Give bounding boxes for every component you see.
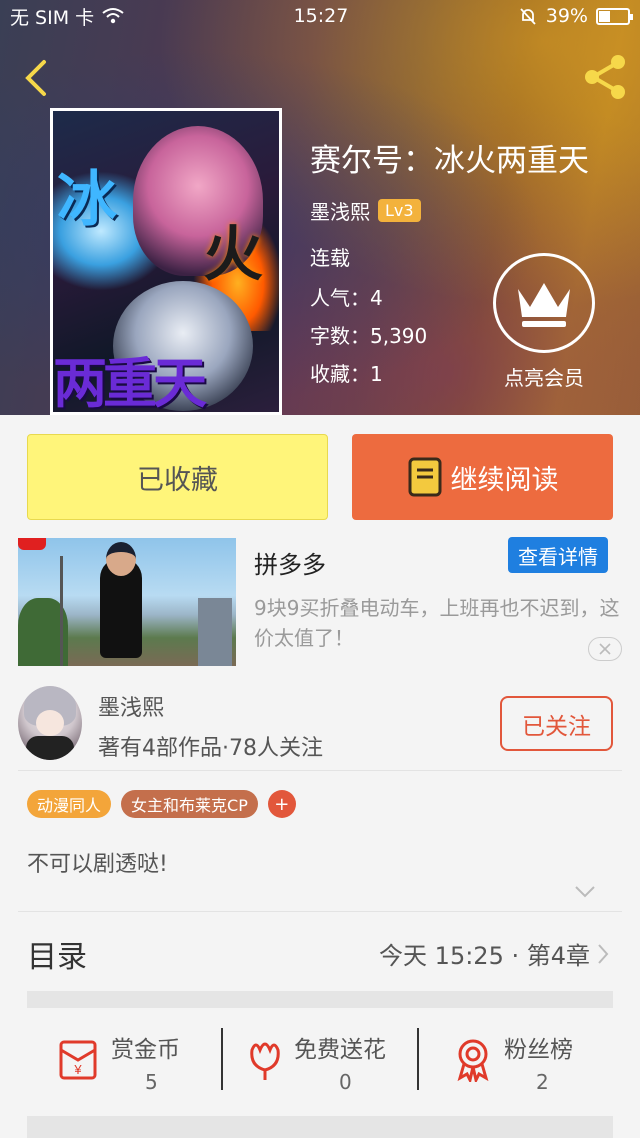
mute-bell-icon <box>520 8 536 25</box>
award-ribbon-icon <box>457 1039 489 1082</box>
book-cover[interactable]: 冰 火 两重天 <box>50 108 282 415</box>
ad-banner[interactable]: 拼多多 查看详情 9块9买折叠电动车，上班再也不迟到，这价太值了！ <box>0 533 640 673</box>
divider <box>18 770 622 771</box>
chevron-right-icon <box>598 943 609 964</box>
fan-rank-stat[interactable]: 粉丝榜 2 <box>450 1020 600 1100</box>
divider <box>417 1028 419 1090</box>
book-author-row[interactable]: 墨浅熙 Lv3 <box>310 196 421 225</box>
stats-bar: ¥ 赏金币 5 免费送花 0 粉丝榜 2 <box>0 1020 640 1110</box>
favorited-label: 已收藏 <box>137 464 218 496</box>
ad-description: 9块9买折叠电动车，上班再也不迟到，这价太值了！ <box>254 596 620 650</box>
flower-icon <box>250 1042 280 1080</box>
follow-button[interactable]: 已关注 <box>500 696 613 751</box>
share-button[interactable] <box>580 52 630 102</box>
cover-title-ice: 冰 <box>57 165 117 235</box>
ad-detail-button[interactable]: 查看详情 <box>508 537 608 573</box>
popularity: 人气：4 <box>310 286 383 310</box>
tag-list: 动漫同人 女主和布莱克CP + <box>27 790 296 818</box>
book-icon <box>408 457 441 497</box>
divider <box>18 911 622 912</box>
book-title: 赛尔号：冰火两重天 <box>310 143 589 179</box>
ad-close-button[interactable] <box>588 637 622 661</box>
fan-rank-label: 粉丝榜 <box>504 1037 573 1063</box>
svg-text:¥: ¥ <box>73 1062 82 1077</box>
share-icon <box>585 55 625 99</box>
battery-percent: 39% <box>545 5 588 27</box>
section-spacer <box>27 991 613 1008</box>
wifi-icon <box>102 8 124 24</box>
tag-item[interactable]: 女主和布莱克CP <box>121 790 258 818</box>
toc-latest-text: 今天 15:25 · 第4章 <box>379 942 590 970</box>
word-count: 字数：5,390 <box>310 324 428 348</box>
author-name: 墨浅熙 <box>98 696 165 721</box>
tag-item[interactable]: 动漫同人 <box>27 790 112 818</box>
free-flower-stat[interactable]: 免费送花 0 <box>242 1020 412 1100</box>
continue-reading-label: 继续阅读 <box>450 464 559 496</box>
free-flower-label: 免费送花 <box>294 1037 386 1063</box>
toc-latest-chapter[interactable]: 今天 15:25 · 第4章 <box>379 936 610 971</box>
ad-title: 拼多多 <box>254 551 326 579</box>
status-bar: 无 SIM 卡 15:27 39% <box>0 0 640 32</box>
divider <box>221 1028 223 1090</box>
reward-coins-value: 5 <box>145 1070 158 1094</box>
avatar[interactable] <box>18 686 82 760</box>
add-tag-button[interactable]: + <box>267 790 296 818</box>
cover-title-rest: 两重天 <box>53 352 207 415</box>
close-icon <box>599 643 611 655</box>
free-flower-value: 0 <box>339 1070 352 1094</box>
section-spacer <box>27 1116 613 1138</box>
ad-image[interactable] <box>18 538 236 666</box>
reward-coins-label: 赏金币 <box>111 1037 180 1063</box>
cover-title-fire: 火 <box>203 220 263 290</box>
battery-icon <box>595 7 633 25</box>
author-stats: 著有4部作品·78人关注 <box>98 736 323 761</box>
back-button[interactable] <box>18 56 54 100</box>
red-envelope-yen-icon: ¥ <box>59 1040 97 1080</box>
clock: 15:27 <box>293 5 349 27</box>
book-intro: 不可以剧透哒! <box>27 852 168 877</box>
book-author[interactable]: 墨浅熙 <box>310 196 370 225</box>
crown-icon <box>518 283 570 327</box>
member-button[interactable] <box>493 253 595 353</box>
level-badge: Lv3 <box>378 199 421 222</box>
author-card[interactable]: 墨浅熙 著有4部作品·78人关注 已关注 <box>0 682 640 770</box>
book-header: 无 SIM 卡 15:27 39% 冰 火 两重天 赛尔号：冰火两重天 墨浅熙 … <box>0 0 640 415</box>
favorites-count: 收藏：1 <box>310 362 383 386</box>
serial-status: 连载 <box>310 246 350 270</box>
chevron-left-icon <box>25 60 46 96</box>
toc-title[interactable]: 目录 <box>27 932 87 976</box>
chevron-down-icon[interactable] <box>574 885 596 899</box>
ad-flag-icon <box>18 538 46 550</box>
member-label[interactable]: 点亮会员 <box>490 362 598 391</box>
favorited-button[interactable]: 已收藏 <box>27 434 328 520</box>
continue-reading-button[interactable]: 继续阅读 <box>352 434 613 520</box>
fan-rank-value: 2 <box>536 1070 549 1094</box>
carrier-text: 无 SIM 卡 <box>10 6 95 29</box>
reward-coins-stat[interactable]: ¥ 赏金币 5 <box>55 1020 205 1100</box>
